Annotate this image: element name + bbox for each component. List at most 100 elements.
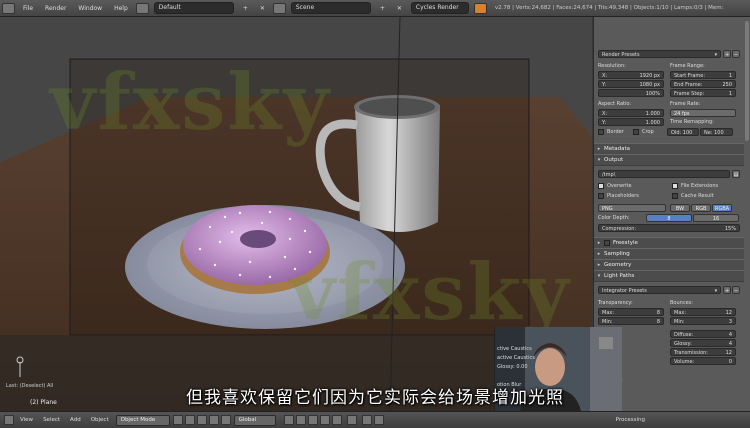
scene-value: Scene — [295, 4, 315, 11]
placeholders-label: Placeholders — [607, 192, 639, 199]
menu-select[interactable]: Select — [38, 417, 65, 423]
resolution-percent-field[interactable]: 100% — [598, 88, 664, 97]
aspect-x-field[interactable]: X: 1.000 — [598, 108, 664, 117]
add-preset-button[interactable]: + — [723, 49, 732, 58]
snap-icon[interactable] — [361, 415, 372, 425]
volume-bounces-field[interactable]: Volume: 0 — [670, 356, 736, 365]
render-preview-icon[interactable] — [373, 415, 384, 425]
frame-step-field[interactable]: Frame Step: 1 — [670, 88, 736, 97]
lock-layer-icon[interactable] — [346, 415, 357, 425]
layer-1-icon[interactable] — [283, 415, 294, 425]
overwrite-checkbox[interactable] — [598, 182, 604, 189]
layout-value: Default — [158, 4, 181, 11]
file-format-dropdown[interactable]: PNG — [598, 203, 666, 212]
menu-file[interactable]: File — [17, 5, 39, 12]
translate-icon[interactable] — [208, 415, 219, 425]
color-rgba-button[interactable]: RGBA — [712, 203, 732, 212]
menu-object[interactable]: Object — [86, 417, 114, 423]
editor-type-icon-bottom[interactable] — [4, 415, 14, 425]
file-extensions-checkbox[interactable] — [672, 182, 678, 189]
bounces-min-field[interactable]: Min: 3 — [670, 316, 736, 325]
menu-render[interactable]: Render — [39, 5, 72, 12]
rotate-icon[interactable] — [220, 415, 231, 425]
frame-rate-dropdown[interactable]: 24 fps — [670, 108, 736, 117]
transparency-min-field[interactable]: Min: 8 — [598, 316, 664, 325]
close-scene-icon[interactable]: ✕ — [391, 5, 408, 12]
layout-selector[interactable]: Default — [153, 2, 234, 14]
transparency-max-field[interactable]: Max: 8 — [598, 307, 664, 316]
watermark-text-2: vfxsky — [290, 247, 571, 338]
crop-label: Crop — [642, 128, 654, 135]
add-integrator-preset-button[interactable]: + — [723, 285, 732, 294]
light-paths-panel-header[interactable]: ▾ Light Paths — [594, 270, 744, 282]
bounces-max-field[interactable]: Max: 12 — [670, 307, 736, 316]
mode-selector[interactable]: Object Mode — [115, 414, 170, 426]
scene-stats: v2.78 | Verts:24,682 | Faces:24,674 | Tr… — [494, 5, 724, 11]
integrator-presets-dropdown[interactable]: Integrator Presets ▾ — [598, 285, 722, 294]
layer-5-icon[interactable] — [331, 415, 342, 425]
scene-selector[interactable]: Scene — [290, 2, 371, 14]
transparency-label: Transparency: — [598, 299, 633, 306]
compression-slider[interactable]: Compression: 15% — [598, 223, 740, 232]
depth-16-button[interactable]: 16 — [693, 213, 739, 222]
resolution-y-field[interactable]: Y: 1080 px — [598, 79, 664, 88]
border-checkbox[interactable] — [598, 128, 604, 135]
orientation-selector[interactable]: Global — [233, 414, 276, 426]
blender-logo-icon — [473, 2, 487, 14]
color-depth-label: Color Depth: — [598, 214, 630, 221]
menu-view[interactable]: View — [15, 417, 38, 423]
manipulator-icon[interactable] — [196, 415, 207, 425]
diffuse-bounces-field[interactable]: Diffuse: 4 — [670, 329, 736, 338]
output-panel-header[interactable]: ▾ Output — [594, 154, 744, 166]
transmission-bounces-field[interactable]: Transmission: 12 — [670, 347, 736, 356]
color-rgb-button[interactable]: RGB — [691, 203, 711, 212]
pivot-point-icon[interactable] — [184, 415, 195, 425]
frame-range-label: Frame Range: — [670, 62, 705, 69]
aspect-ratio-label: Aspect Ratio: — [598, 100, 632, 107]
glossy-bounces-field[interactable]: Glossy: 4 — [670, 338, 736, 347]
crop-checkbox[interactable] — [633, 128, 639, 135]
add-scene-icon[interactable]: + — [374, 5, 391, 12]
layout-icon[interactable] — [135, 2, 149, 14]
scene-icon[interactable] — [272, 2, 286, 14]
folder-browse-icon[interactable]: ▤ — [732, 169, 740, 178]
resolution-label: Resolution: — [598, 62, 626, 69]
watermark-text-1: vfxsky — [50, 57, 331, 148]
cache-result-checkbox[interactable] — [672, 192, 678, 199]
menu-help[interactable]: Help — [108, 5, 134, 12]
render-engine-value: Cycles Render — [415, 4, 459, 11]
overwrite-label: Overwrite — [607, 182, 632, 189]
layer-4-icon[interactable] — [319, 415, 330, 425]
color-bw-button[interactable]: BW — [670, 203, 690, 212]
end-frame-field[interactable]: End Frame: 250 — [670, 79, 736, 88]
resolution-x-field[interactable]: X: 1920 px — [598, 70, 664, 79]
viewport-header-bar: View Select Add Object Object Mode Globa… — [0, 411, 750, 428]
bounces-label: Bounces: — [670, 299, 693, 306]
render-engine-selector[interactable]: Cycles Render — [410, 2, 469, 14]
remove-integrator-preset-button[interactable]: − — [732, 285, 740, 294]
menu-window[interactable]: Window — [72, 5, 108, 12]
freestyle-checkbox[interactable] — [604, 240, 610, 246]
depth-8-button[interactable]: 8 — [646, 213, 692, 222]
shading-mode-icon[interactable] — [172, 415, 183, 425]
menu-add[interactable]: Add — [65, 417, 86, 423]
file-extensions-label: File Extensions — [681, 182, 719, 189]
layer-2-icon[interactable] — [295, 415, 306, 425]
output-path-field[interactable]: /tmp\ — [598, 169, 730, 178]
caustics-glossy-label: Glossy: 0.00 — [497, 364, 528, 370]
placeholders-checkbox[interactable] — [598, 192, 604, 199]
top-menu-bar: File Render Window Help Default + ✕ Scen… — [0, 0, 750, 17]
layer-3-icon[interactable] — [307, 415, 318, 425]
properties-scrollbar[interactable] — [745, 21, 749, 141]
aspect-y-field[interactable]: Y: 1.000 — [598, 117, 664, 126]
time-new-field[interactable]: Ne: 100 — [700, 127, 733, 136]
close-layout-icon[interactable]: ✕ — [254, 5, 271, 12]
remove-preset-button[interactable]: − — [732, 49, 740, 58]
render-presets-dropdown[interactable]: Render Presets ▾ — [598, 49, 722, 58]
start-frame-field[interactable]: Start Frame: 1 — [670, 70, 736, 79]
add-layout-icon[interactable]: + — [237, 5, 254, 12]
editor-type-icon[interactable] — [2, 2, 15, 14]
time-remapping-label: Time Remapping: — [670, 118, 714, 125]
active-caustics-label-1: ctive Caustics — [497, 346, 532, 352]
time-old-field[interactable]: Old: 100 — [667, 127, 699, 136]
